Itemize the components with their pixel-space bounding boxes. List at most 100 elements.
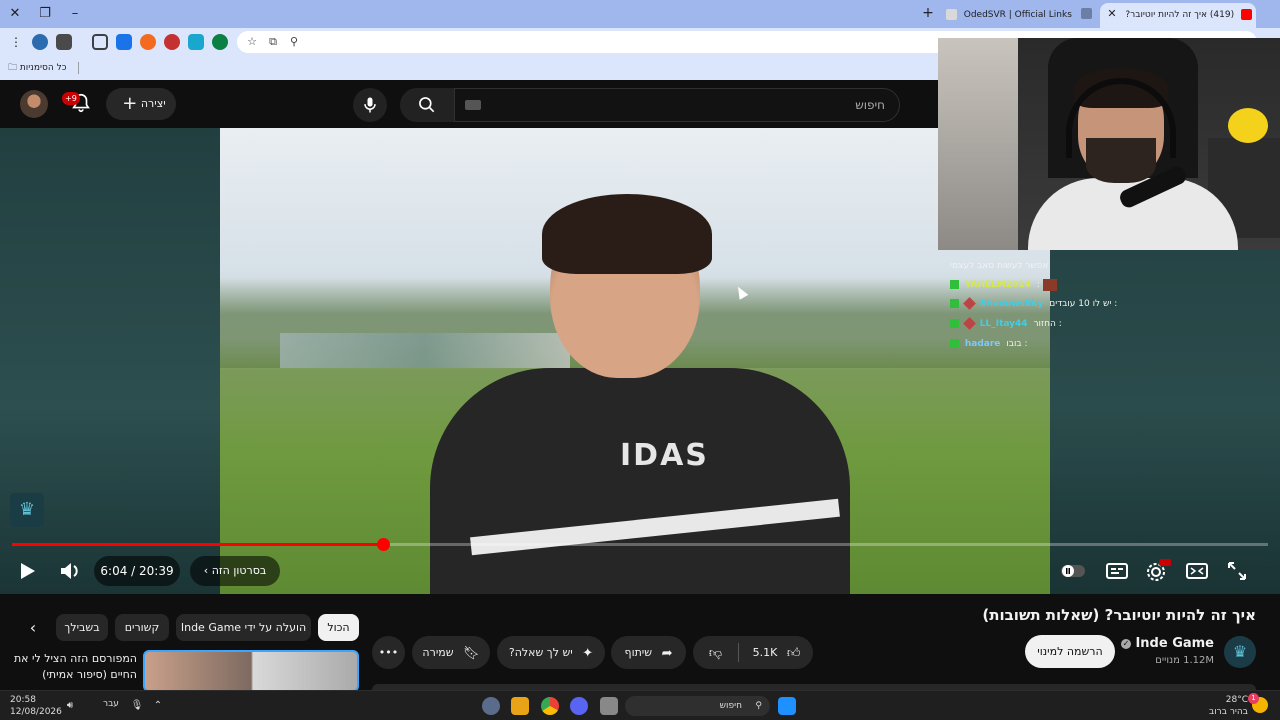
chat-badge-icon [950,299,959,308]
save-button[interactable]: 🔖︎ שמירה [412,636,490,669]
folder-icon: 🗀 [8,63,18,73]
extension-orange-icon[interactable] [140,34,156,50]
windows-start-icon[interactable] [778,697,796,715]
keyboard-icon[interactable] [465,100,481,110]
taskbar-search-input[interactable]: חיפוש ⚲ [625,696,770,716]
webcam-toy [1228,108,1268,143]
chat-username: hadare [964,339,1001,349]
channel-name[interactable]: Inde Game ✓ [1117,636,1214,651]
chat-message: אפשר לעשות סאב לעצמי [950,258,1048,274]
like-button[interactable]: 👍︎ 5.1K [740,636,813,669]
extension-grammarly-icon[interactable] [212,34,228,50]
dislike-button[interactable]: 👎︎ [693,636,738,669]
stream-chat-overlay: אפשר לעשות סאב לעצמי YAHELM2014 : Shadow… [946,244,1280,354]
restore-window-icon[interactable]: ❐ [34,4,56,24]
like-count: 5.1K [752,646,778,659]
extension-translate-icon[interactable] [188,34,204,50]
chip-related[interactable]: קשורים [115,614,169,641]
chat-badge-icon [950,339,959,348]
chat-emote-icon [1042,278,1057,291]
chat-badge-icon [950,280,959,289]
sparkle-icon: ✦ [582,645,594,661]
chat-badge-icon [950,319,959,328]
chapter-button[interactable]: בסרטון הזה › [190,556,280,586]
minimize-window-icon[interactable]: – [64,4,86,24]
more-actions-button[interactable]: ••• [372,636,405,669]
youtube-favicon-icon [1241,9,1252,20]
all-bookmarks-link[interactable]: כל הסימניות 🗀 [8,60,66,76]
bookmark-icon: 🔖︎ [463,645,480,661]
extension-red-icon[interactable] [164,34,180,50]
video-frame[interactable]: IDAS [220,128,1050,594]
profile-icon[interactable] [32,34,48,50]
notification-count-badge: +9 [62,92,80,105]
chat-message: LL_Itay44 : החזור [950,316,1062,332]
progress-bar[interactable] [12,538,1268,551]
file-explorer-icon[interactable] [600,697,618,715]
menu-dots-icon[interactable]: ⋮ [8,34,24,50]
tab-official-links[interactable]: ✕ OdedSVR | Official Links [938,3,1096,28]
cast-icon[interactable]: ⧉ [266,35,280,49]
extensions-icon[interactable] [92,34,108,50]
discord-app-icon[interactable] [570,697,588,715]
close-tab-icon[interactable]: ✕ [1107,3,1116,25]
theater-mode-icon[interactable] [1182,556,1212,586]
voice-search-button[interactable] [353,88,387,122]
subscriber-count: 1.12M מנויים [1155,655,1214,666]
search-icon [419,97,435,113]
media-controls-icon[interactable] [56,34,72,50]
search-button[interactable] [400,88,454,122]
subscribe-button[interactable]: הרשמה למינוי [1025,635,1115,668]
volume-icon[interactable] [55,556,85,586]
recommended-title[interactable]: המפורסם הזה הציל לי את החיים (סיפור אמית… [7,651,137,683]
account-avatar[interactable] [20,90,48,118]
more-dots-icon: ••• [378,646,399,659]
profile-favicon-icon [1081,8,1092,19]
chat-username: ShadowsSky [979,299,1044,309]
chat-username: YAHELM2014 [964,280,1031,290]
channel-watermark-icon[interactable]: ♛ [10,493,44,527]
chip-uploaded-by[interactable]: הועלה על ידי Inde Game [176,614,311,641]
extension-cast-icon[interactable] [116,34,132,50]
bookmark-star-icon[interactable]: ☆ [245,35,259,49]
autoplay-toggle-icon[interactable] [1058,556,1088,586]
recommended-thumbnail[interactable] [143,650,359,692]
chip-for-you[interactable]: בשבילך [56,614,108,641]
settings-app-icon[interactable] [482,697,500,715]
zoom-icon[interactable]: ⚲ [287,35,301,49]
search-input[interactable]: חיפוש [454,88,900,122]
create-button[interactable]: יצירה + [106,88,176,120]
system-clock[interactable]: 20:58 12/08/2026 [10,694,62,718]
ask-button[interactable]: ✦ יש לך שאלה? [497,636,605,669]
chips-next-chevron-icon[interactable]: ‹ [22,614,44,641]
language-indicator[interactable]: עבר [103,699,119,709]
mic-tray-icon[interactable]: 🎙︎ [130,699,144,713]
plus-icon: + [122,93,138,114]
tray-chevron-up-icon[interactable]: ⌃ [151,699,165,713]
progress-scrubber[interactable] [376,538,390,551]
search-placeholder: חיפוש [855,98,885,112]
speaker-icon[interactable]: 🔊︎ [63,699,77,713]
channel-avatar-icon[interactable]: ♛ [1224,636,1256,668]
tab-audio-icon[interactable] [1078,3,1096,28]
weather-widget[interactable]: 28°C בהיר ברוב היום [1190,694,1248,720]
streamer-webcam [938,38,1280,250]
chat-message: YAHELM2014 : [950,277,1057,293]
chrome-app-icon[interactable] [541,697,559,715]
subtitles-icon[interactable] [1102,556,1132,586]
screen: ✕ ❐ – + ✕ OdedSVR | Official Links (419)… [0,0,1280,720]
clock-time: 20:58 [10,695,36,705]
tab-youtube-video[interactable]: (419) איך זה להיות יוטיובר? ✕ [1100,3,1256,28]
chat-message-text: : [1036,280,1040,290]
share-button[interactable]: ➦ שיתוף [611,636,686,669]
create-label: יצירה [140,97,166,110]
close-window-icon[interactable]: ✕ [4,4,26,24]
new-tab-button[interactable]: + [920,5,936,21]
browser-tabstrip: ✕ ❐ – + ✕ OdedSVR | Official Links (419)… [0,0,1280,28]
chip-all[interactable]: הכול [318,614,359,641]
play-icon[interactable] [12,556,42,586]
fullscreen-icon[interactable] [1222,556,1252,586]
taskbar-app-icon[interactable] [511,697,529,715]
video-person-body [430,368,850,594]
settings-gear-icon[interactable] [1142,556,1172,586]
